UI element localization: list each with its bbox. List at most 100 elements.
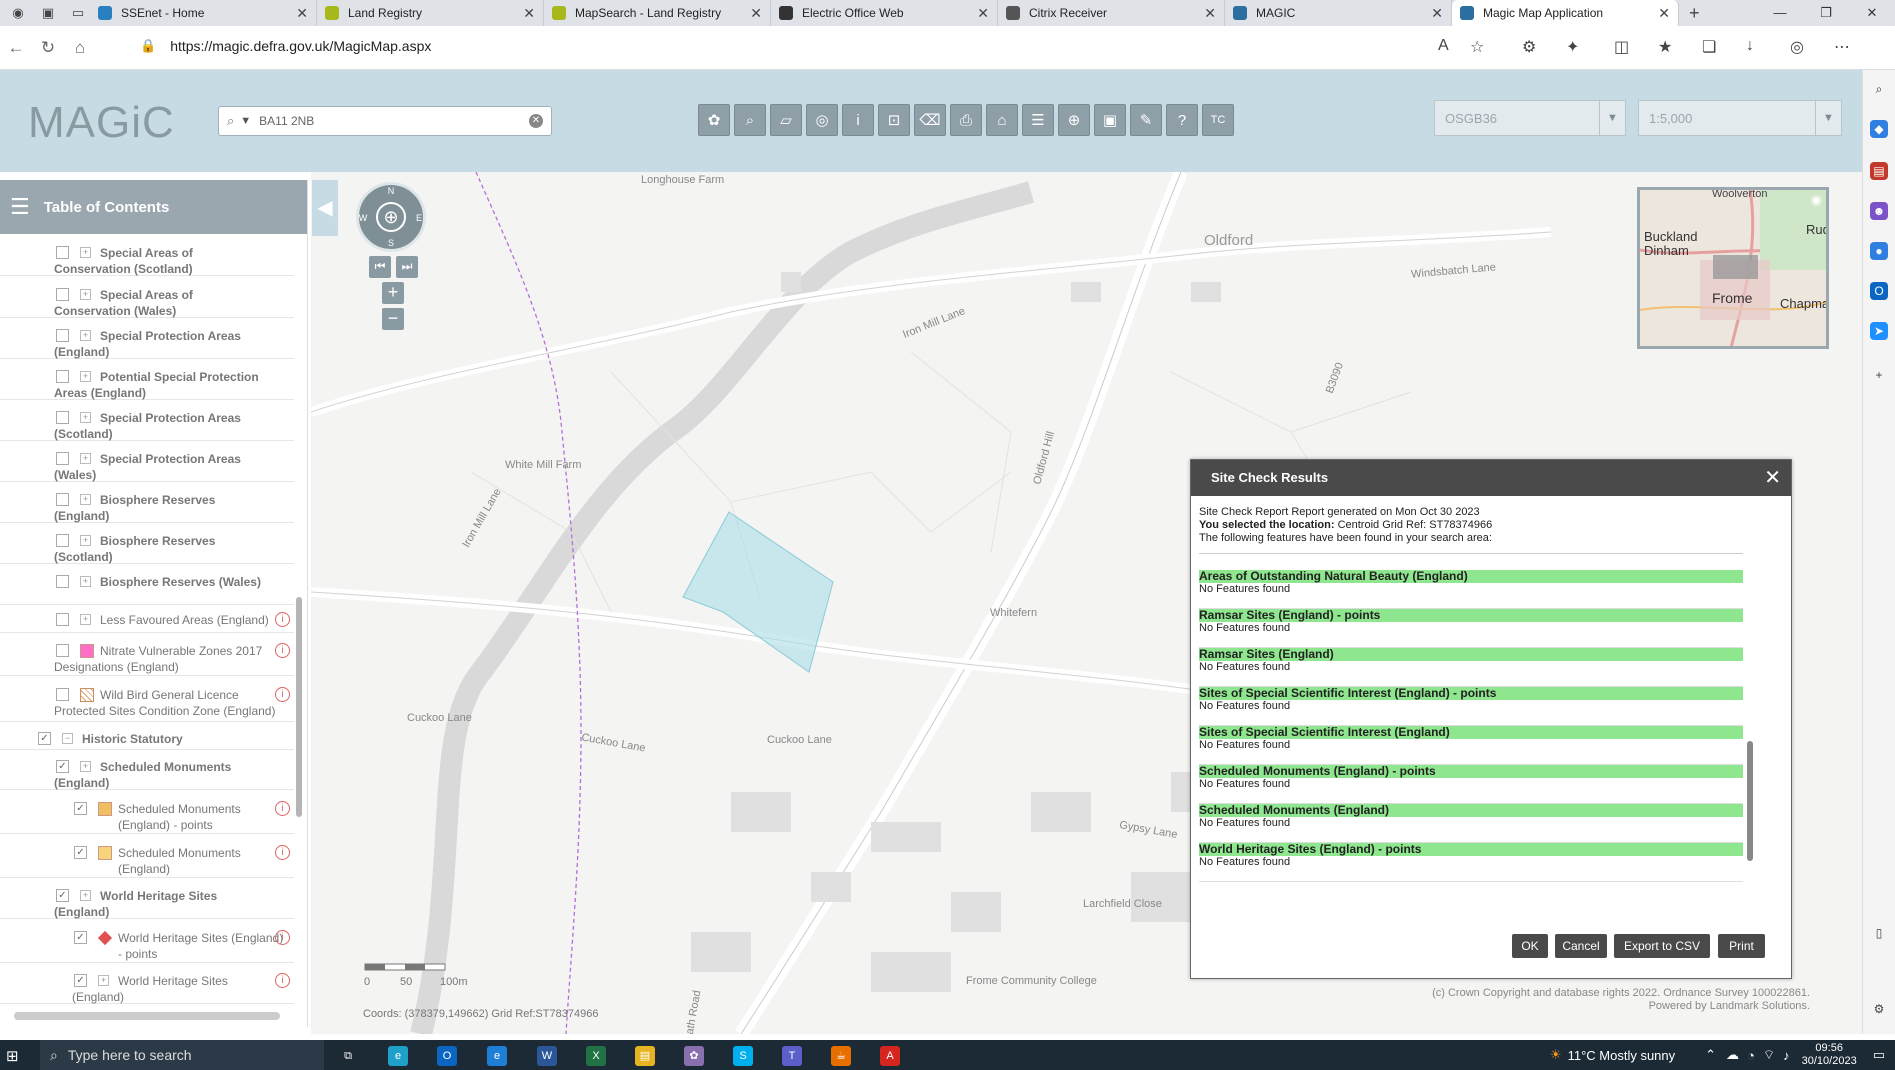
downloads-icon[interactable]: ↓ [1746, 37, 1754, 55]
toc-layer-item[interactable]: + Biosphere Reserves (England) [0, 489, 294, 523]
toc-layer-item[interactable]: + Biosphere Reserves (Wales) [0, 571, 294, 605]
toc-layer-item[interactable]: + Biosphere Reserves (Scotland) [0, 530, 294, 564]
clear-icon[interactable]: ✕ [529, 114, 543, 128]
locate-tool-icon[interactable]: ◎ [806, 104, 838, 136]
restore-button[interactable]: ❐ [1803, 0, 1849, 26]
extension-icon[interactable]: ⚙ [1522, 37, 1536, 57]
layer-checkbox[interactable]: ✓ [74, 846, 87, 859]
tab-actions-icon[interactable]: ▭ [66, 1, 90, 25]
close-tab-icon[interactable]: ✕ [296, 5, 308, 22]
toc-layer-item[interactable]: ✓ − Historic Statutory [0, 728, 294, 750]
site-check-tool-icon[interactable]: ✎ [1130, 104, 1162, 136]
shopping-icon[interactable]: ◆ [1870, 120, 1888, 138]
measure-tool-icon[interactable]: ▱ [770, 104, 802, 136]
toc-layer-item[interactable]: Wild Bird General Licence Protected Site… [0, 684, 294, 722]
layer-checkbox[interactable]: ✓ [38, 732, 51, 745]
globe-icon[interactable]: ⊕ [376, 202, 406, 232]
tab-land-registry[interactable]: Land Registry ✕ [317, 0, 544, 26]
outlook-icon[interactable]: O [1870, 282, 1888, 300]
compass-control[interactable]: N S W E ⊕ [356, 182, 426, 252]
app-icon[interactable]: ✿ [684, 1046, 704, 1066]
close-tab-icon[interactable]: ✕ [750, 5, 762, 22]
zoom-out-button[interactable]: − [382, 308, 404, 330]
profile-icon[interactable]: ◉ [6, 1, 30, 25]
next-extent-icon[interactable]: ⏭ [396, 256, 418, 278]
minimize-button[interactable]: — [1757, 0, 1803, 26]
layer-info-icon[interactable]: i [275, 930, 290, 945]
tab-electric-office[interactable]: Electric Office Web ✕ [771, 0, 998, 26]
toc-scroll-thumb[interactable] [296, 597, 302, 817]
refresh-icon[interactable]: ↻ [32, 38, 64, 58]
more-menu-icon[interactable]: ⋯ [1834, 37, 1850, 57]
url-field[interactable]: 🔒 https://magic.defra.gov.uk/MagicMap.as… [140, 31, 1480, 61]
site-polygon[interactable] [682, 511, 834, 673]
results-list[interactable]: Areas of Outstanding Natural Beauty (Eng… [1199, 553, 1743, 899]
file-explorer-icon[interactable]: ▤ [635, 1046, 655, 1066]
tab-magic-map[interactable]: Magic Map Application ✕ [1452, 0, 1679, 26]
toc-layer-item[interactable]: Nitrate Vulnerable Zones 2017 Designatio… [0, 640, 294, 676]
skype-icon[interactable]: S [733, 1046, 753, 1066]
split-screen-icon[interactable]: ◫ [1614, 37, 1629, 57]
back-icon[interactable]: ← [0, 38, 32, 58]
toc-layer-item[interactable]: + Special Protection Areas (England) [0, 325, 294, 359]
send-icon[interactable]: ➤ [1870, 322, 1888, 340]
projection-select[interactable]: OSGB36 ▼ [1434, 100, 1626, 136]
toc-layer-item[interactable]: + Special Protection Areas (Scotland) [0, 407, 294, 441]
task-view-icon[interactable]: ⧉ [338, 1046, 358, 1066]
toc-layer-item[interactable]: + Potential Special Protection Areas (Eng… [0, 366, 294, 400]
results-scrollbar[interactable] [1745, 553, 1755, 903]
layer-checkbox[interactable] [56, 613, 69, 626]
cancel-button[interactable]: Cancel [1555, 934, 1607, 958]
wifi-icon[interactable]: ⌔ [1763, 1047, 1775, 1063]
layer-checkbox[interactable]: ✓ [74, 931, 87, 944]
layers-tool-icon[interactable]: ✿ [698, 104, 730, 136]
word-icon[interactable]: W [537, 1046, 557, 1066]
close-window-button[interactable]: ✕ [1849, 0, 1895, 26]
close-tab-icon[interactable]: ✕ [1658, 5, 1670, 22]
teams-icon[interactable]: T [782, 1046, 802, 1066]
zoom-tool-icon[interactable]: ⌕ [734, 104, 766, 136]
favorites-icon[interactable]: ★ [1658, 37, 1672, 57]
close-tab-icon[interactable]: ✕ [1431, 5, 1443, 22]
weather-text[interactable]: 11°C Mostly sunny [1568, 1048, 1676, 1063]
volume-icon[interactable]: ♪ [1783, 1048, 1790, 1063]
performance-icon[interactable]: ◎ [1790, 37, 1804, 57]
layer-info-icon[interactable]: i [275, 643, 290, 658]
help-tool-icon[interactable]: ? [1166, 104, 1198, 136]
layer-info-icon[interactable]: i [275, 612, 290, 627]
lock-icon[interactable]: 🔒 [140, 38, 156, 54]
games-icon[interactable]: ● [1870, 242, 1888, 260]
print-tool-icon[interactable]: ⎙ [950, 104, 982, 136]
notifications-icon[interactable]: ▭ [1873, 1047, 1885, 1063]
java-icon[interactable]: ☕ [831, 1046, 851, 1066]
toc-layer-item[interactable]: ✓ World Heritage Sites (England) - points… [0, 927, 294, 963]
list-tool-icon[interactable]: ☰ [1022, 104, 1054, 136]
workspaces-icon[interactable]: ▣ [36, 1, 60, 25]
search-dropdown-icon[interactable]: ▼ [240, 115, 251, 127]
taskbar-search[interactable]: ⌕ Type here to search [40, 1040, 324, 1070]
close-tab-icon[interactable]: ✕ [977, 5, 989, 22]
overview-map[interactable]: Woolverton Buckland Dinham Rudge Frome C… [1637, 187, 1829, 349]
sidebar-toggle-icon[interactable]: ▯ [1870, 924, 1888, 942]
tab-ssenet[interactable]: SSEnet - Home ✕ [90, 0, 317, 26]
layer-info-icon[interactable]: i [275, 973, 290, 988]
windows-start-icon[interactable]: ⊞ [6, 1047, 19, 1065]
location-search[interactable]: ⌕ ▼ ✕ [218, 106, 552, 136]
scale-select[interactable]: 1:5,000 ▼ [1638, 100, 1842, 136]
eye-icon[interactable]: ◉ [1811, 192, 1822, 208]
outlook-icon[interactable]: O [437, 1046, 457, 1066]
collapse-panel-icon[interactable]: ◀ [312, 180, 338, 236]
edge-icon[interactable]: e [388, 1046, 408, 1066]
search-area-tool-icon[interactable]: ⊕ [1058, 104, 1090, 136]
toc-layer-item[interactable]: ✓ Scheduled Monuments (England) - points i [0, 798, 294, 834]
ok-button[interactable]: OK [1512, 934, 1548, 958]
tools-icon[interactable]: ▤ [1870, 162, 1888, 180]
toc-layer-item[interactable]: + Special Areas of Conservation (Scotland… [0, 242, 294, 276]
favorite-star-icon[interactable]: ☆ [1470, 37, 1484, 57]
toc-layer-item[interactable]: + Special Areas of Conservation (Wales) [0, 284, 294, 318]
search-input[interactable] [259, 114, 529, 128]
clock[interactable]: 09:56 30/10/2023 [1802, 1042, 1857, 1068]
layer-info-icon[interactable]: i [275, 845, 290, 860]
collapse-icon[interactable]: − [62, 733, 73, 744]
add-icon[interactable]: + [1870, 366, 1888, 384]
